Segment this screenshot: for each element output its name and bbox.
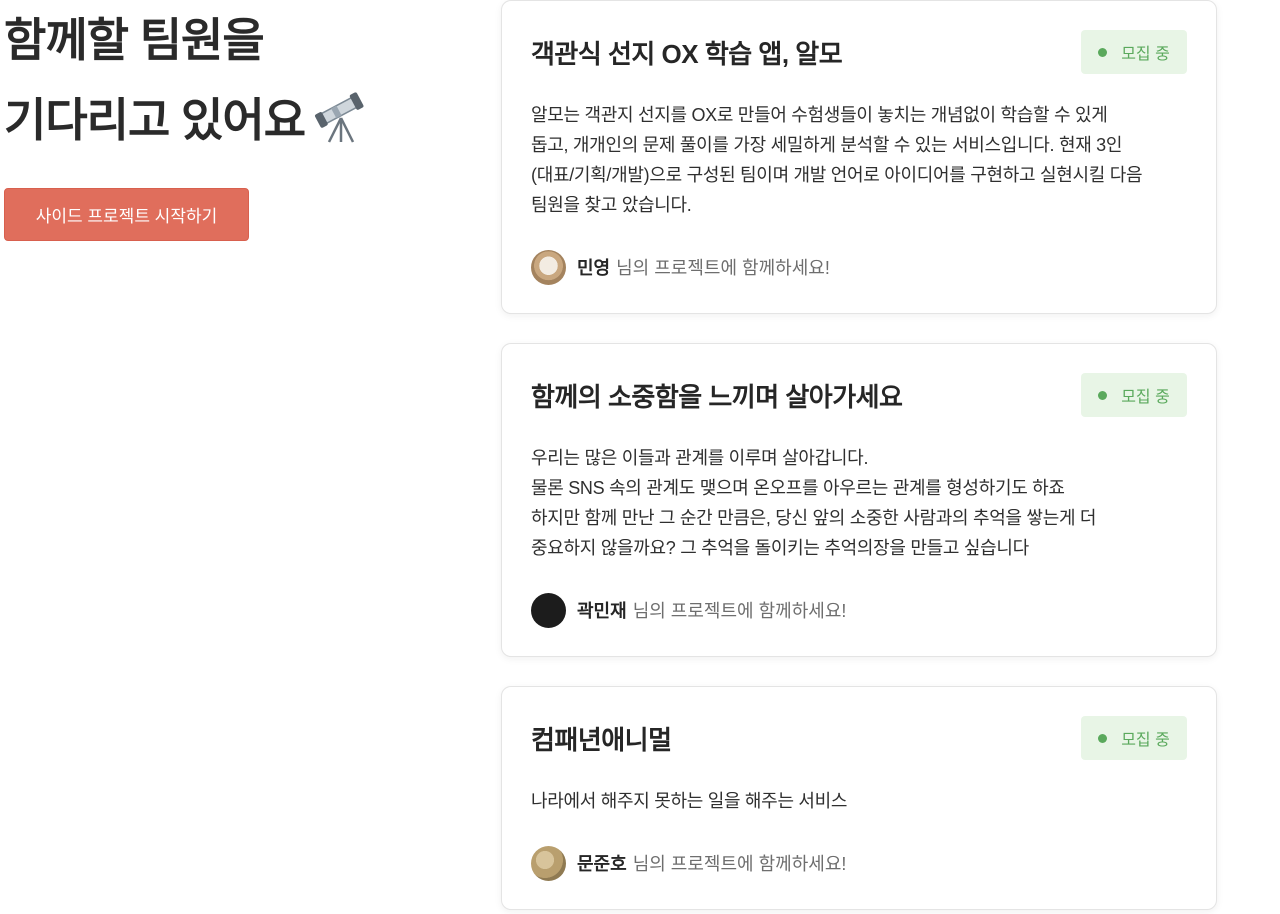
telescope-icon	[313, 88, 369, 144]
status-dot-icon	[1098, 47, 1108, 57]
project-title[interactable]: 함께의 소중함을 느끼며 살아가세요	[531, 377, 903, 414]
start-project-button[interactable]: 사이드 프로젝트 시작하기	[4, 188, 249, 241]
project-title[interactable]: 객관식 선지 OX 학습 앱, 알모	[531, 34, 843, 71]
status-badge: 모집 중	[1081, 30, 1187, 74]
status-dot-icon	[1098, 390, 1108, 400]
status-dot-icon	[1098, 733, 1108, 743]
project-card[interactable]: 함께의 소중함을 느끼며 살아가세요 모집 중 우리는 많은 이들과 관계를 이…	[501, 343, 1217, 657]
project-author: 곽민재 님의 프로젝트에 함께하세요!	[531, 592, 846, 628]
hero-title: 함께할 팀원을 기다리고 있어요	[4, 0, 484, 160]
author-suffix: 님의 프로젝트에 함께하세요!	[632, 854, 847, 874]
project-description: 알모는 객관지 선지를 OX로 만들어 수험생들이 놓치는 개념없이 학습할 수…	[531, 105, 1143, 215]
hero-title-line-2: 기다리고 있어요	[4, 94, 306, 146]
avatar	[531, 592, 566, 628]
page: 함께할 팀원을 기다리고 있어요 사이드 프로젝트 시작하기 객관식 선지 OX…	[0, 0, 1280, 914]
author-suffix: 님의 프로젝트에 함께하세요!	[616, 258, 830, 278]
project-description: 나라에서 해주지 못하는 일을 해주는 서비스	[531, 791, 848, 811]
project-author: 민영 님의 프로젝트에 함께하세요!	[531, 249, 830, 285]
author-name: 문준호	[577, 854, 627, 874]
card-header: 객관식 선지 OX 학습 앱, 알모 모집 중	[531, 30, 1187, 74]
project-description: 우리는 많은 이들과 관계를 이루며 살아갑니다. 물론 SNS 속의 관계도 …	[531, 448, 1097, 558]
status-badge: 모집 중	[1081, 716, 1187, 760]
avatar	[531, 845, 566, 881]
hero-title-line-2-wrap: 기다리고 있어요	[4, 80, 484, 160]
status-badge: 모집 중	[1081, 373, 1187, 417]
card-header: 컴패년애니멀 모집 중	[531, 716, 1187, 760]
project-title[interactable]: 컴패년애니멀	[531, 720, 672, 757]
hero-title-line-1: 함께할 팀원을	[4, 14, 265, 66]
project-author: 문준호 님의 프로젝트에 함께하세요!	[531, 845, 846, 881]
status-label: 모집 중	[1121, 732, 1170, 749]
author-name: 곽민재	[577, 601, 627, 621]
status-label: 모집 중	[1121, 389, 1170, 406]
hero-section: 함께할 팀원을 기다리고 있어요 사이드 프로젝트 시작하기	[4, 0, 484, 241]
status-label: 모집 중	[1121, 46, 1170, 63]
project-card[interactable]: 컴패년애니멀 모집 중 나라에서 해주지 못하는 일을 해주는 서비스 문준호 …	[501, 686, 1217, 910]
card-header: 함께의 소중함을 느끼며 살아가세요 모집 중	[531, 373, 1187, 417]
avatar	[531, 249, 566, 285]
project-card[interactable]: 객관식 선지 OX 학습 앱, 알모 모집 중 알모는 객관지 선지를 OX로 …	[501, 0, 1217, 314]
author-suffix: 님의 프로젝트에 함께하세요!	[632, 601, 847, 621]
author-name: 민영	[577, 258, 611, 278]
